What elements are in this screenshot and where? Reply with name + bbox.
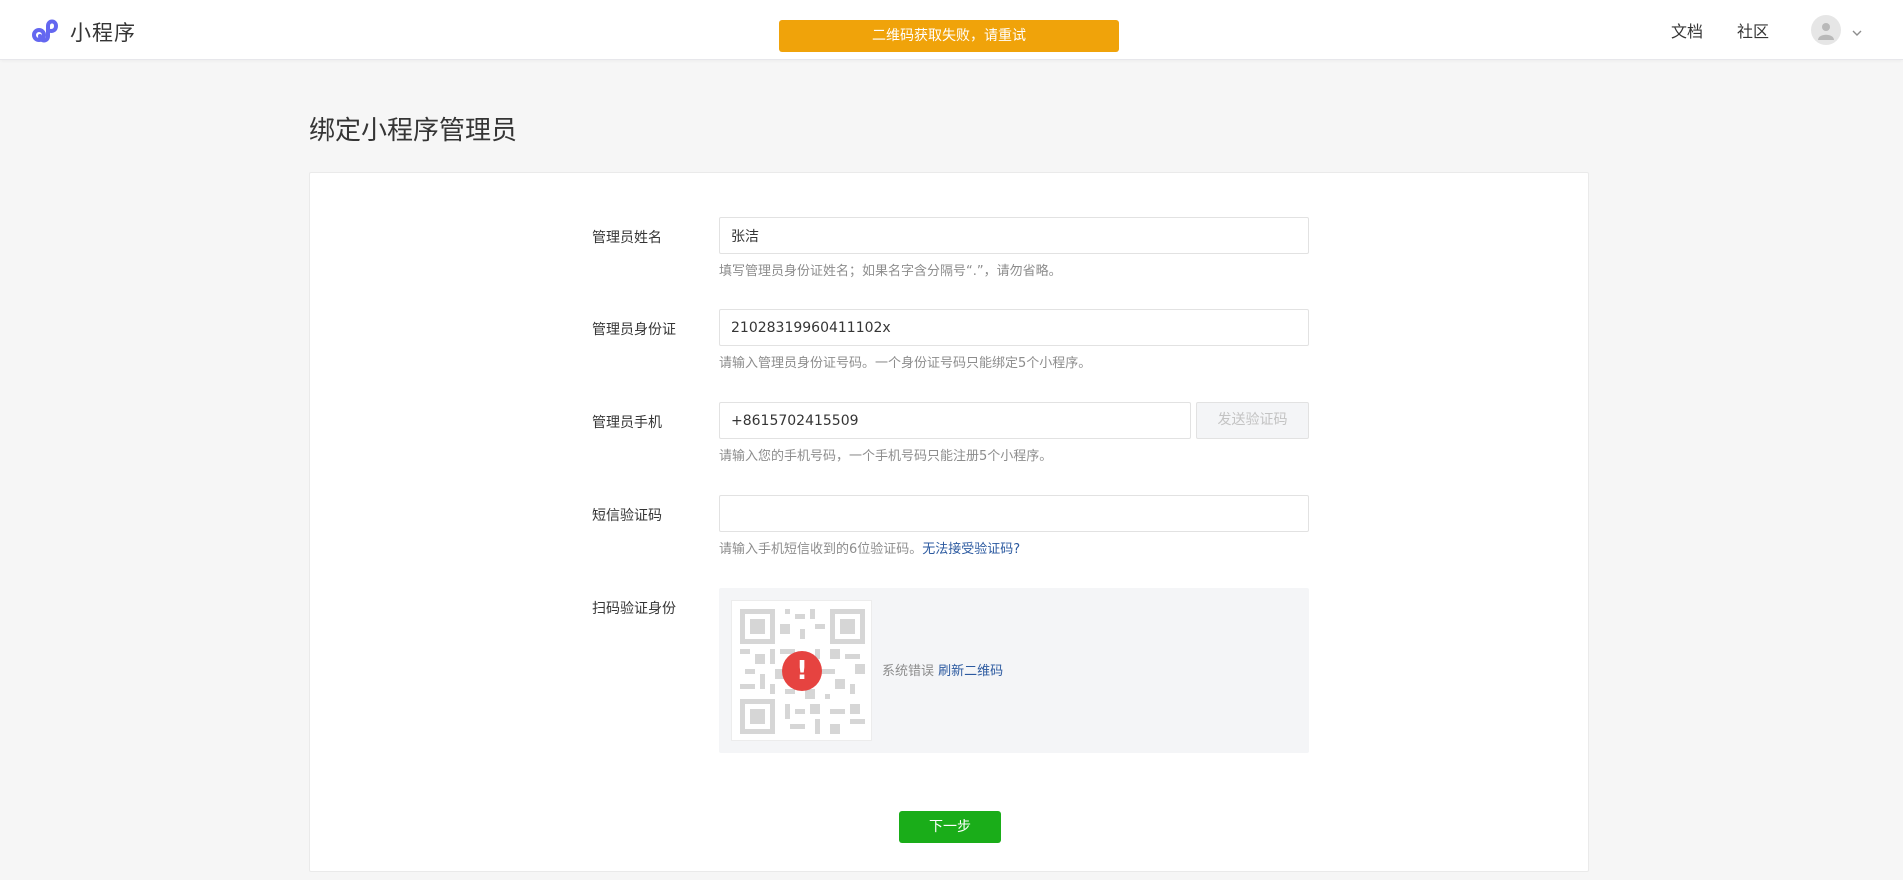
- app-name: 小程序: [70, 21, 136, 45]
- app-logo[interactable]: 小程序: [30, 14, 136, 50]
- chevron-down-icon[interactable]: [1851, 24, 1863, 36]
- id-card-hint: 请输入管理员身份证号码。一个身份证号码只能绑定5个小程序。: [719, 356, 1092, 371]
- id-card-input[interactable]: [719, 309, 1309, 346]
- sms-code-hint-text: 请输入手机短信收到的6位验证码。: [719, 542, 923, 557]
- error-alert-icon: !: [782, 651, 822, 691]
- qr-code-image: !: [731, 600, 872, 741]
- qr-status: 系统错误 刷新二维码: [882, 660, 1003, 679]
- send-code-button[interactable]: 发送验证码: [1196, 402, 1309, 439]
- miniprogram-logo-icon: [30, 14, 62, 50]
- nav-community[interactable]: 社区: [1737, 18, 1769, 42]
- phone-label: 管理员手机: [592, 415, 662, 431]
- sms-code-input[interactable]: [719, 495, 1309, 532]
- name-hint: 填写管理员身份证姓名；如果名字含分隔号“.”，请勿省略。: [719, 264, 1062, 279]
- page-title: 绑定小程序管理员: [309, 116, 518, 146]
- qr-error-text: 系统错误: [882, 664, 935, 679]
- qr-verify-label: 扫码验证身份: [592, 601, 676, 617]
- error-toast: 二维码获取失败，请重试: [779, 20, 1119, 52]
- qr-panel: ! 系统错误 刷新二维码: [719, 588, 1309, 753]
- nav-docs[interactable]: 文档: [1671, 18, 1703, 42]
- user-avatar-icon[interactable]: [1811, 15, 1841, 45]
- cannot-receive-code-link[interactable]: 无法接受验证码?: [922, 542, 1020, 557]
- refresh-qr-link[interactable]: 刷新二维码: [938, 664, 1003, 679]
- top-nav: 文档 社区: [1671, 0, 1863, 60]
- sms-code-label: 短信验证码: [592, 508, 662, 524]
- id-card-label: 管理员身份证: [592, 322, 676, 338]
- top-header: 小程序 二维码获取失败，请重试 文档 社区: [0, 0, 1903, 60]
- phone-hint: 请输入您的手机号码，一个手机号码只能注册5个小程序。: [719, 449, 1053, 464]
- form-card: 管理员姓名 填写管理员身份证姓名；如果名字含分隔号“.”，请勿省略。 管理员身份…: [309, 172, 1589, 872]
- admin-name-input[interactable]: [719, 217, 1309, 254]
- next-step-button[interactable]: 下一步: [899, 811, 1001, 843]
- name-label: 管理员姓名: [592, 230, 662, 246]
- phone-input[interactable]: [719, 402, 1191, 439]
- sms-code-hint: 请输入手机短信收到的6位验证码。无法接受验证码?: [719, 538, 1020, 557]
